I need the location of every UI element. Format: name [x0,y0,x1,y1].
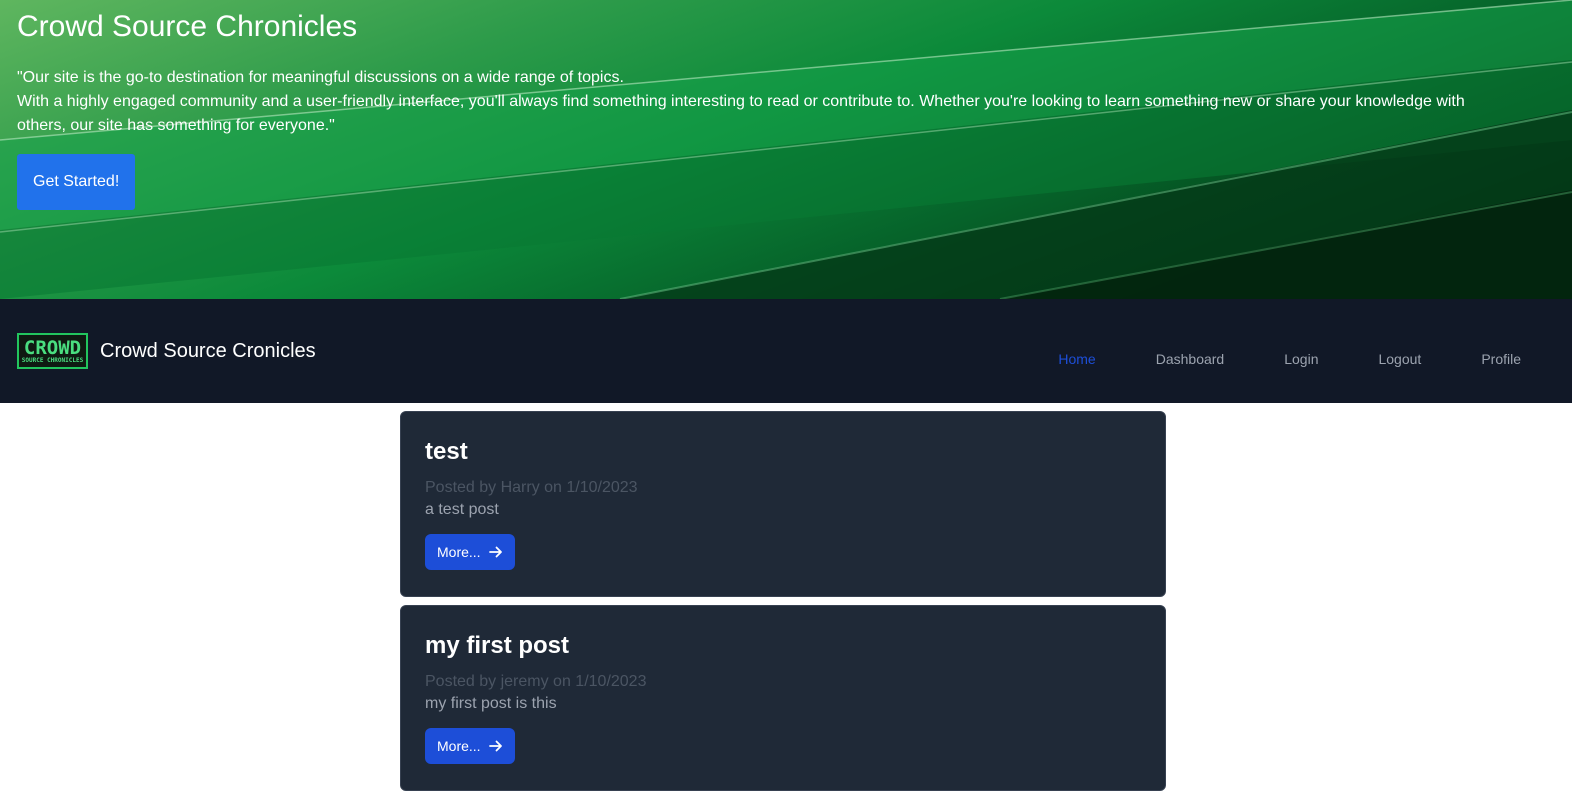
nav-link-profile[interactable]: Profile [1481,351,1521,367]
get-started-button[interactable]: Get Started! [17,154,136,210]
main-navbar: CROWD SOURCE CHRONICLES Crowd Source Cro… [0,299,1572,403]
nav-link-logout[interactable]: Logout [1378,351,1421,367]
nav-link-login[interactable]: Login [1284,351,1318,367]
post-list: test Posted by Harry on 1/10/2023 a test… [400,411,1166,791]
post-meta: Posted by jeremy on 1/10/2023 [425,673,647,690]
nav-link-home[interactable]: Home [1058,351,1095,367]
nav-link-dashboard[interactable]: Dashboard [1156,351,1225,367]
brand[interactable]: CROWD SOURCE CHRONICLES Crowd Source Cro… [17,333,316,369]
post-title: test [425,438,468,465]
brand-name: Crowd Source Cronicles [100,339,316,362]
post-meta: Posted by Harry on 1/10/2023 [425,479,638,496]
logo-word: CROWD [23,336,82,359]
more-button[interactable]: More... [425,728,515,764]
more-button-label: More... [437,544,481,560]
arrow-right-icon [488,546,502,558]
post-body: my first post is this [425,695,557,712]
crowd-source-logo: CROWD SOURCE CHRONICLES [17,333,88,369]
arrow-right-icon [488,740,502,752]
hero-tagline-line1: "Our site is the go-to destination for m… [17,69,624,86]
post-card: my first post Posted by jeremy on 1/10/2… [400,605,1166,791]
hero-content: Crowd Source Chronicles "Our site is the… [17,0,1537,210]
post-card: test Posted by Harry on 1/10/2023 a test… [400,411,1166,597]
post-title: my first post [425,632,570,659]
logo-subtitle: SOURCE CHRONICLES [21,356,84,364]
post-body: a test post [425,501,499,518]
hero-tagline-line2: With a highly engaged community and a us… [17,93,1465,134]
nav-links: Home Dashboard Login Logout Profile [998,351,1521,367]
more-button-label: More... [437,738,481,754]
hero-tagline: "Our site is the go-to destination for m… [17,66,1517,138]
more-button[interactable]: More... [425,534,515,570]
hero-title: Crowd Source Chronicles [17,10,358,43]
hero-banner: Crowd Source Chronicles "Our site is the… [0,0,1572,299]
